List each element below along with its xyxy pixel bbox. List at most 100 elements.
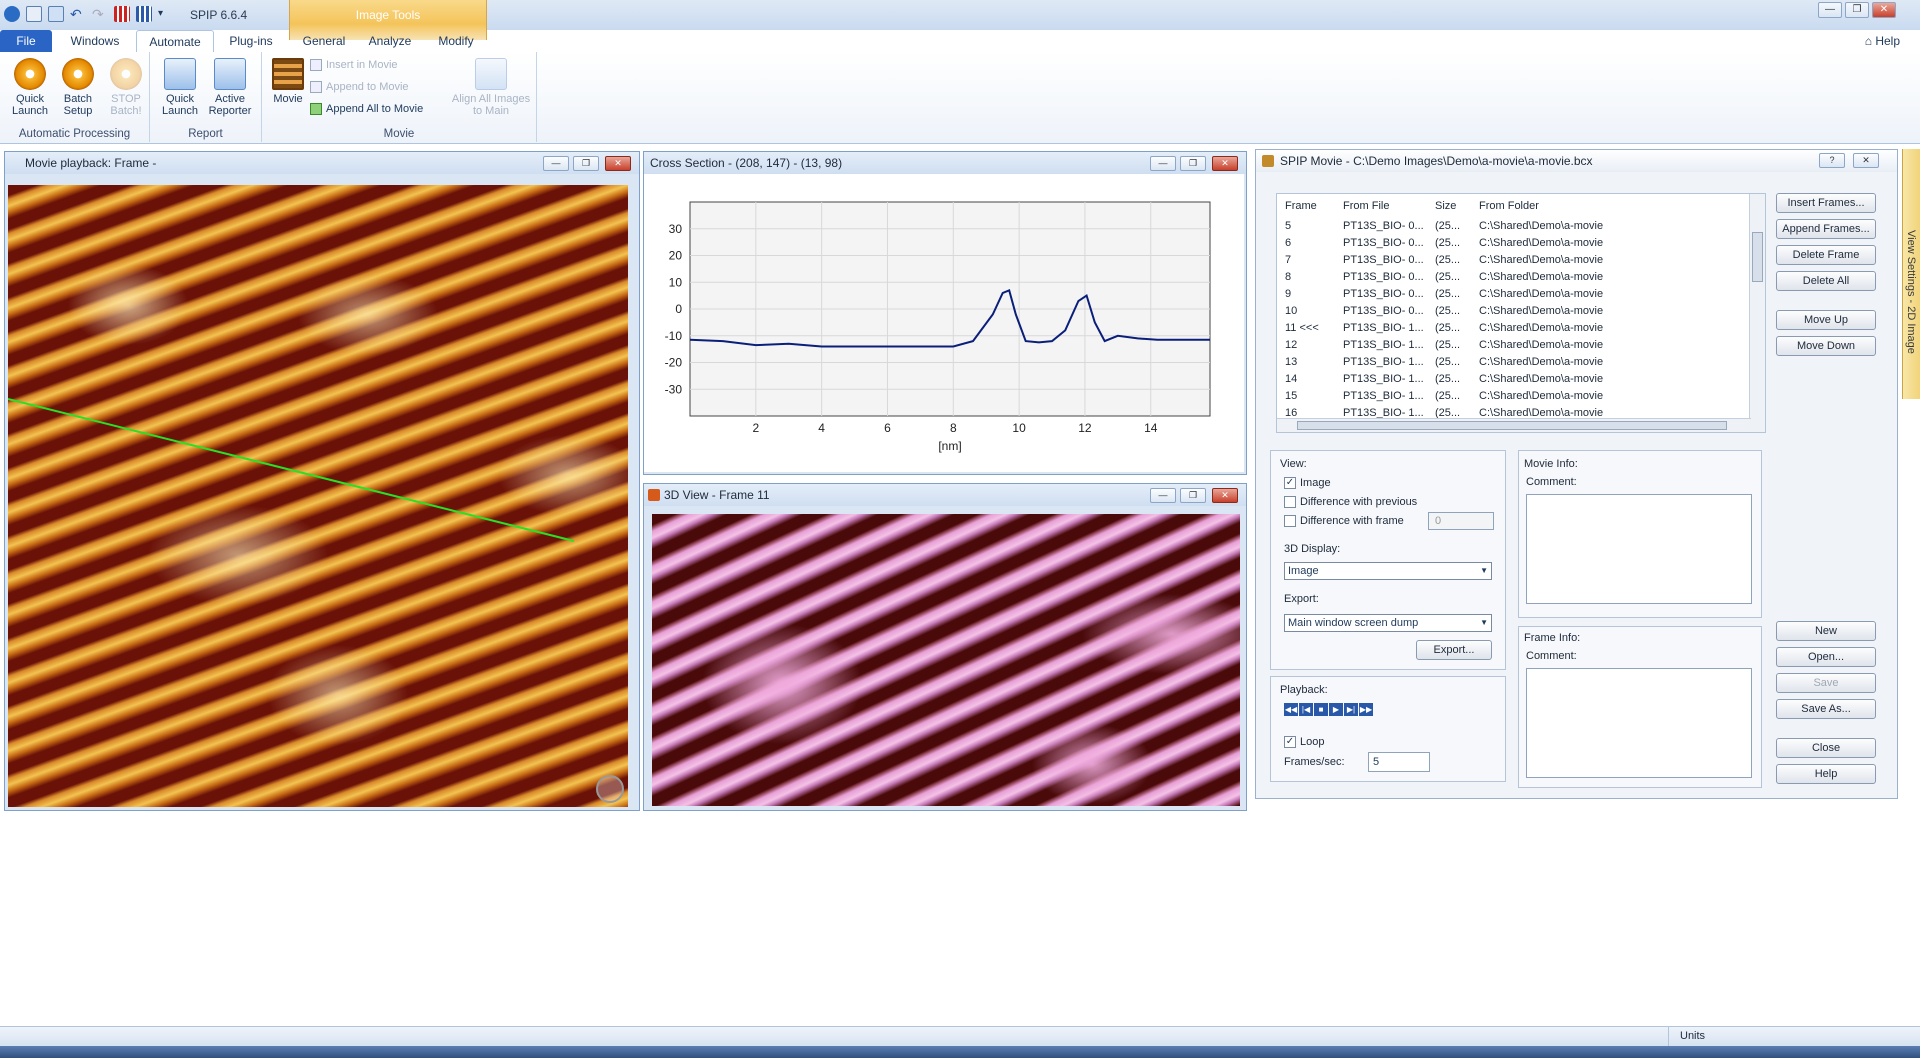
tab-general[interactable]: General bbox=[294, 30, 354, 52]
batch-setup-button[interactable]: Batch Setup bbox=[56, 58, 100, 117]
cross-section-window[interactable]: Cross Section - (208, 147) - (13, 98) — … bbox=[643, 151, 1247, 475]
save-icon[interactable] bbox=[48, 6, 64, 22]
movie-comment-textarea[interactable] bbox=[1526, 494, 1752, 604]
dialog-close-bottom-button[interactable]: Close bbox=[1776, 738, 1876, 758]
dialog-help-bottom-button[interactable]: Help bbox=[1776, 764, 1876, 784]
move-down-button[interactable]: Move Down bbox=[1776, 336, 1876, 356]
restore-button[interactable]: ❐ bbox=[1845, 2, 1869, 18]
align-all-images-button[interactable]: Align All Images to Main bbox=[446, 58, 536, 117]
tab-analyze[interactable]: Analyze bbox=[362, 30, 418, 52]
view3d-close-button[interactable]: ✕ bbox=[1212, 488, 1238, 503]
tab-modify[interactable]: Modify bbox=[426, 30, 486, 52]
append-frames-button[interactable]: Append Frames... bbox=[1776, 219, 1876, 239]
table-row[interactable]: 13 PT13S_BIO- 1... (25... C:\Shared\Demo\a-… bbox=[1277, 354, 1747, 371]
col-from-folder[interactable]: From Folder bbox=[1479, 200, 1539, 212]
cross-close-button[interactable]: ✕ bbox=[1212, 156, 1238, 171]
tab-plug-ins[interactable]: Plug-ins bbox=[220, 30, 282, 52]
minimize-button[interactable]: — bbox=[1818, 2, 1842, 18]
table-hscrollbar[interactable] bbox=[1277, 418, 1751, 432]
save-button[interactable]: Save bbox=[1776, 673, 1876, 693]
col-size[interactable]: Size bbox=[1435, 200, 1456, 212]
prev-frame-icon[interactable]: |◀ bbox=[1299, 703, 1313, 716]
table-row[interactable]: 6 PT13S_BIO- 0... (25... C:\Shared\Demo\a-m… bbox=[1277, 235, 1747, 252]
playback-restore-button[interactable]: ❐ bbox=[573, 156, 599, 171]
view-3d-render[interactable] bbox=[652, 514, 1240, 806]
quick-launch-button[interactable]: Quick Launch bbox=[8, 58, 52, 117]
cross-section-plot[interactable]: 2 4 6 8 10 12 14 30 20 10 0 -10 -20 -30 [nm] bbox=[644, 174, 1244, 472]
grid-red-icon[interactable] bbox=[114, 6, 130, 22]
tab-windows[interactable]: Windows bbox=[60, 30, 130, 52]
stop-icon[interactable]: ■ bbox=[1314, 703, 1328, 716]
movie-playback-window[interactable]: Movie playback: Frame - — ❐ ✕ bbox=[4, 151, 640, 811]
loop-checkbox[interactable]: ✓ bbox=[1284, 736, 1296, 748]
view-3d-window[interactable]: 3D View - Frame 11 — ❐ ✕ bbox=[643, 483, 1247, 811]
last-frame-icon[interactable]: ▶▶ bbox=[1359, 703, 1373, 716]
append-to-movie-button[interactable]: Append to Movie bbox=[310, 78, 409, 96]
table-row[interactable]: 12 PT13S_BIO- 1... (25... C:\Shared\Demo\a-… bbox=[1277, 337, 1747, 354]
table-row[interactable]: 9 PT13S_BIO- 0... (25... C:\Shared\Demo\a-m… bbox=[1277, 286, 1747, 303]
new-icon[interactable] bbox=[26, 6, 42, 22]
quick-launch-report-button[interactable]: Quick Launch bbox=[158, 58, 202, 117]
frames-table[interactable]: Frame From File Size From Folder 5 PT13S_… bbox=[1276, 193, 1766, 433]
app-menu-icon[interactable] bbox=[4, 6, 20, 22]
table-hscroll-thumb[interactable] bbox=[1297, 421, 1727, 430]
customize-qat-icon[interactable]: ▾ bbox=[158, 6, 174, 22]
move-up-button[interactable]: Move Up bbox=[1776, 310, 1876, 330]
dialog-help-button[interactable]: ? bbox=[1819, 153, 1845, 168]
export-select[interactable]: Main window screen dump bbox=[1284, 614, 1492, 632]
dialog-close-button[interactable]: ✕ bbox=[1853, 153, 1879, 168]
save-as-button[interactable]: Save As... bbox=[1776, 699, 1876, 719]
col-from-file[interactable]: From File bbox=[1343, 200, 1389, 212]
grid-blue-icon[interactable] bbox=[136, 6, 152, 22]
view3d-restore-button[interactable]: ❐ bbox=[1180, 488, 1206, 503]
undo-icon[interactable]: ↶ bbox=[70, 6, 86, 22]
zoom-icon[interactable] bbox=[596, 775, 624, 803]
close-button[interactable]: ✕ bbox=[1872, 2, 1896, 18]
view3d-minimize-button[interactable]: — bbox=[1150, 488, 1176, 503]
table-vscrollbar[interactable] bbox=[1749, 194, 1765, 432]
cross-restore-button[interactable]: ❐ bbox=[1180, 156, 1206, 171]
col-frame[interactable]: Frame bbox=[1285, 200, 1317, 212]
table-vscroll-thumb[interactable] bbox=[1752, 232, 1763, 282]
movie-button[interactable]: Movie bbox=[266, 58, 310, 105]
insert-in-movie-button[interactable]: Insert in Movie bbox=[310, 56, 398, 74]
export-button[interactable]: Export... bbox=[1416, 640, 1492, 660]
fps-input[interactable]: 5 bbox=[1368, 752, 1430, 772]
playback-close-button[interactable]: ✕ bbox=[605, 156, 631, 171]
active-reporter-button[interactable]: Active Reporter bbox=[208, 58, 252, 117]
new-button[interactable]: New bbox=[1776, 621, 1876, 641]
table-row[interactable]: 15 PT13S_BIO- 1... (25... C:\Shared\Demo\a-… bbox=[1277, 388, 1747, 405]
tab-file[interactable]: File bbox=[0, 30, 52, 52]
next-frame-icon[interactable]: ▶| bbox=[1344, 703, 1358, 716]
redo-icon[interactable]: ↷ bbox=[92, 6, 108, 22]
image-checkbox[interactable]: ✓ bbox=[1284, 477, 1296, 489]
table-row[interactable]: 14 PT13S_BIO- 1... (25... C:\Shared\Demo\a-… bbox=[1277, 371, 1747, 388]
delete-frame-button[interactable]: Delete Frame bbox=[1776, 245, 1876, 265]
cross-minimize-button[interactable]: — bbox=[1150, 156, 1176, 171]
diff-previous-checkbox[interactable] bbox=[1284, 496, 1296, 508]
append-all-to-movie-button[interactable]: Append All to Movie bbox=[310, 100, 423, 118]
table-cell: PT13S_BIO- 1... bbox=[1343, 373, 1424, 385]
open-button[interactable]: Open... bbox=[1776, 647, 1876, 667]
insert-frames-button[interactable]: Insert Frames... bbox=[1776, 193, 1876, 213]
units-status[interactable]: Units bbox=[1680, 1030, 1705, 1042]
x-tick-label: 8 bbox=[950, 421, 957, 435]
table-row[interactable]: 7 PT13S_BIO- 0... (25... C:\Shared\Demo\a-m… bbox=[1277, 252, 1747, 269]
table-row[interactable]: 10 PT13S_BIO- 0... (25... C:\Shared\Demo\a-… bbox=[1277, 303, 1747, 320]
display3d-select[interactable]: Image bbox=[1284, 562, 1492, 580]
cross-section-line[interactable] bbox=[8, 185, 628, 807]
stop-batch-button[interactable]: STOP Batch! bbox=[104, 58, 148, 117]
help-link[interactable]: ⌂ Help bbox=[1865, 34, 1900, 48]
playback-minimize-button[interactable]: — bbox=[543, 156, 569, 171]
delete-all-button[interactable]: Delete All bbox=[1776, 271, 1876, 291]
first-frame-icon[interactable]: ◀◀ bbox=[1284, 703, 1298, 716]
play-icon[interactable]: ▶ bbox=[1329, 703, 1343, 716]
diff-frame-spinner[interactable]: 0 bbox=[1428, 512, 1494, 530]
tab-automate[interactable]: Automate bbox=[136, 30, 214, 52]
table-row[interactable]: 11 <<< PT13S_BIO- 1... (25... C:\Shared\Dem… bbox=[1277, 320, 1747, 337]
afm-image[interactable] bbox=[8, 185, 628, 807]
diff-frame-checkbox[interactable] bbox=[1284, 515, 1296, 527]
table-row[interactable]: 8 PT13S_BIO- 0... (25... C:\Shared\Demo\a-m… bbox=[1277, 269, 1747, 286]
frame-comment-textarea[interactable] bbox=[1526, 668, 1752, 778]
table-row[interactable]: 5 PT13S_BIO- 0... (25... C:\Shared\Demo\a-m… bbox=[1277, 218, 1747, 235]
